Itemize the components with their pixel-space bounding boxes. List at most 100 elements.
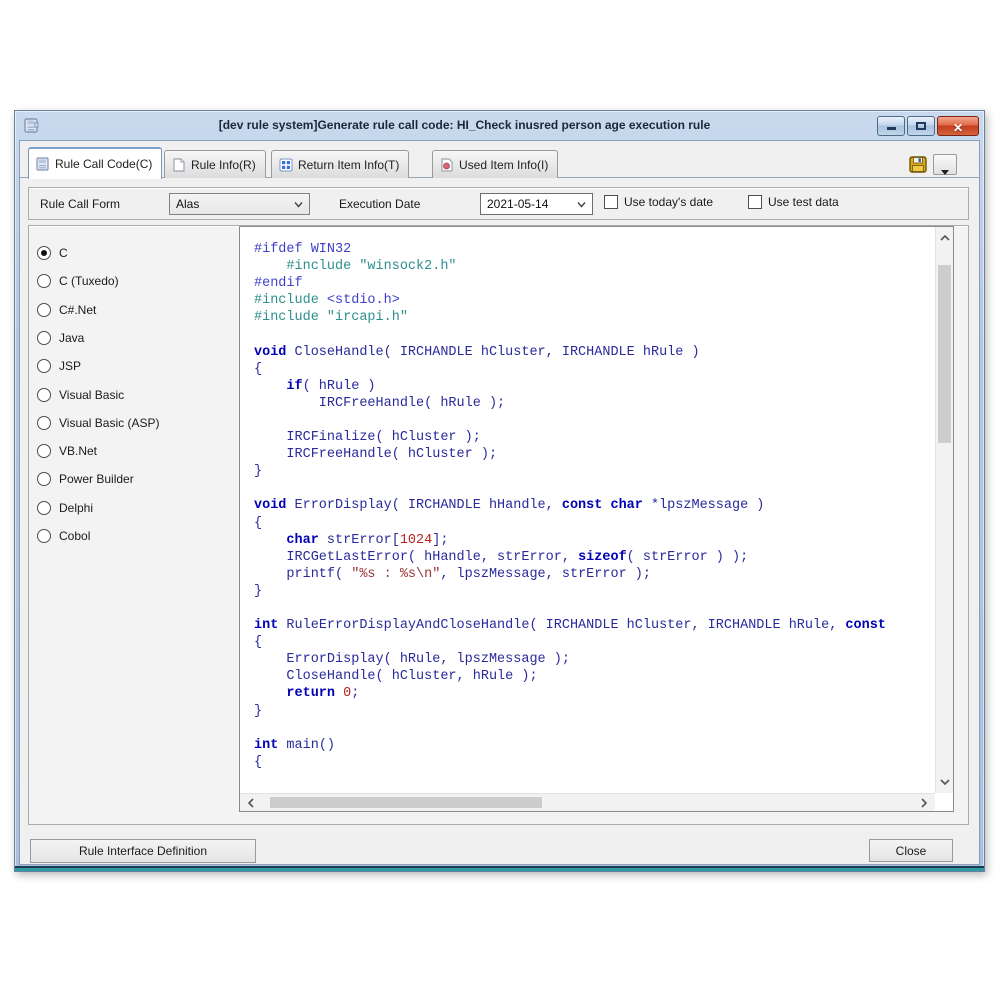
code-line: #endif — [254, 275, 935, 292]
vertical-scroll-thumb[interactable] — [938, 265, 951, 443]
code-line: #include "winsock2.h" — [254, 258, 935, 275]
horizontal-scrollbar[interactable] — [240, 793, 935, 811]
radio-label: C#.Net — [59, 303, 96, 317]
code-area[interactable]: #ifdef WIN32 #include "winsock2.h"#endif… — [239, 226, 954, 812]
window-bottom-accent — [15, 866, 984, 871]
radio-icon[interactable] — [37, 501, 51, 515]
scroll-right-icon[interactable] — [915, 794, 933, 812]
code-line: IRCGetLastError( hHandle, strError, size… — [254, 549, 935, 566]
save-icon[interactable] — [909, 156, 927, 173]
language-radio-delphi[interactable]: Delphi — [37, 497, 93, 519]
app-icon — [23, 117, 40, 134]
use-test-data-checkbox[interactable]: Use test data — [748, 195, 839, 209]
radio-icon[interactable] — [37, 529, 51, 543]
language-radio-visual-basic[interactable]: Visual Basic — [37, 384, 124, 406]
maximize-button[interactable] — [907, 116, 935, 136]
scroll-left-icon[interactable] — [242, 794, 260, 812]
window-body: Rule Call Code(C) Rule Info(R) Return It… — [19, 140, 980, 865]
code-line: return 0; — [254, 685, 935, 702]
language-radio-c[interactable]: C — [37, 242, 68, 264]
form-bar: Rule Call Form Alas Execution Date 2021-… — [28, 187, 969, 220]
code-line: { — [254, 754, 935, 771]
scroll-up-icon[interactable] — [936, 229, 954, 247]
save-dropdown-button[interactable] — [933, 154, 957, 175]
code-line: #ifdef WIN32 — [254, 241, 935, 258]
radio-label: Java — [59, 331, 84, 345]
rule-call-form-value: Alas — [176, 197, 199, 211]
language-radio-c-net[interactable]: C#.Net — [37, 299, 96, 321]
tab-label: Rule Call Code(C) — [55, 157, 152, 171]
tab-rule-info[interactable]: Rule Info(R) — [164, 150, 266, 178]
radio-icon[interactable] — [37, 331, 51, 345]
radio-label: Visual Basic (ASP) — [59, 416, 159, 430]
radio-label: C (Tuxedo) — [59, 274, 119, 288]
code-line — [254, 326, 935, 343]
tab-used-item-info[interactable]: Used Item Info(I) — [432, 150, 558, 178]
rule-call-form-select[interactable]: Alas — [169, 193, 310, 215]
blue-grid-icon — [279, 158, 293, 172]
tab-rule-call-code[interactable]: Rule Call Code(C) — [28, 147, 162, 179]
minimize-button[interactable] — [877, 116, 905, 136]
code-line: ErrorDisplay( hRule, lpszMessage ); — [254, 651, 935, 668]
radio-icon[interactable] — [37, 274, 51, 288]
code-line — [254, 720, 935, 737]
code-line: } — [254, 583, 935, 600]
language-radio-java[interactable]: Java — [37, 327, 84, 349]
code-line: #include <stdio.h> — [254, 292, 935, 309]
language-radio-cobol[interactable]: Cobol — [37, 525, 90, 547]
code-line: int RuleErrorDisplayAndCloseHandle( IRCH… — [254, 617, 935, 634]
code-content[interactable]: #ifdef WIN32 #include "winsock2.h"#endif… — [240, 227, 935, 793]
scroll-down-icon[interactable] — [936, 773, 954, 791]
close-button[interactable]: ✕ — [937, 116, 979, 136]
use-test-data-label: Use test data — [768, 195, 839, 209]
code-line: } — [254, 463, 935, 480]
vertical-scrollbar[interactable] — [935, 227, 953, 793]
dialog-window: [dev rule system]Generate rule call code… — [14, 110, 985, 872]
code-line: void CloseHandle( IRCHANDLE hCluster, IR… — [254, 344, 935, 361]
language-list: C C (Tuxedo) C#.Net Java JSP Visual Basic Visu… — [29, 232, 238, 824]
language-radio-visual-basic-asp-[interactable]: Visual Basic (ASP) — [37, 412, 159, 434]
tab-label: Return Item Info(T) — [298, 158, 399, 172]
radio-label: Cobol — [59, 529, 90, 543]
checkbox-icon[interactable] — [604, 195, 618, 209]
code-line: if( hRule ) — [254, 378, 935, 395]
execution-date-select[interactable]: 2021-05-14 — [480, 193, 593, 215]
language-radio-power-builder[interactable]: Power Builder — [37, 468, 134, 490]
checkbox-icon[interactable] — [748, 195, 762, 209]
code-line: { — [254, 361, 935, 378]
horizontal-scroll-thumb[interactable] — [270, 797, 542, 808]
close-icon: ✕ — [953, 121, 963, 135]
language-radio-c-tuxedo-[interactable]: C (Tuxedo) — [37, 270, 119, 292]
use-todays-date-checkbox[interactable]: Use today's date — [604, 195, 713, 209]
code-line: IRCFinalize( hCluster ); — [254, 429, 935, 446]
close-footer-label: Close — [896, 844, 927, 858]
language-radio-vb-net[interactable]: VB.Net — [37, 440, 97, 462]
language-radio-jsp[interactable]: JSP — [37, 355, 81, 377]
chevron-down-icon — [294, 201, 303, 208]
radio-label: C — [59, 246, 68, 260]
code-line — [254, 600, 935, 617]
tab-label: Rule Info(R) — [191, 158, 256, 172]
code-line: printf( "%s : %s\n", lpszMessage, strErr… — [254, 566, 935, 583]
tab-strip: Rule Call Code(C) Rule Info(R) Return It… — [20, 147, 979, 178]
main-panel: C C (Tuxedo) C#.Net Java JSP Visual Basic Visu… — [28, 225, 969, 825]
radio-icon[interactable] — [37, 444, 51, 458]
radio-label: Power Builder — [59, 472, 134, 486]
code-line: { — [254, 515, 935, 532]
tab-return-item-info[interactable]: Return Item Info(T) — [271, 150, 409, 178]
radio-icon[interactable] — [37, 388, 51, 402]
use-todays-date-label: Use today's date — [624, 195, 713, 209]
radio-icon[interactable] — [37, 416, 51, 430]
radio-icon[interactable] — [37, 246, 51, 260]
rule-interface-definition-button[interactable]: Rule Interface Definition — [30, 839, 256, 863]
close-footer-button[interactable]: Close — [869, 839, 953, 862]
code-line: { — [254, 634, 935, 651]
radio-icon[interactable] — [37, 472, 51, 486]
radio-label: Delphi — [59, 501, 93, 515]
code-line: IRCFreeHandle( hCluster ); — [254, 446, 935, 463]
chevron-down-icon — [577, 201, 586, 208]
code-line: } — [254, 703, 935, 720]
radio-icon[interactable] — [37, 359, 51, 373]
titlebar[interactable]: [dev rule system]Generate rule call code… — [15, 111, 984, 140]
radio-icon[interactable] — [37, 303, 51, 317]
